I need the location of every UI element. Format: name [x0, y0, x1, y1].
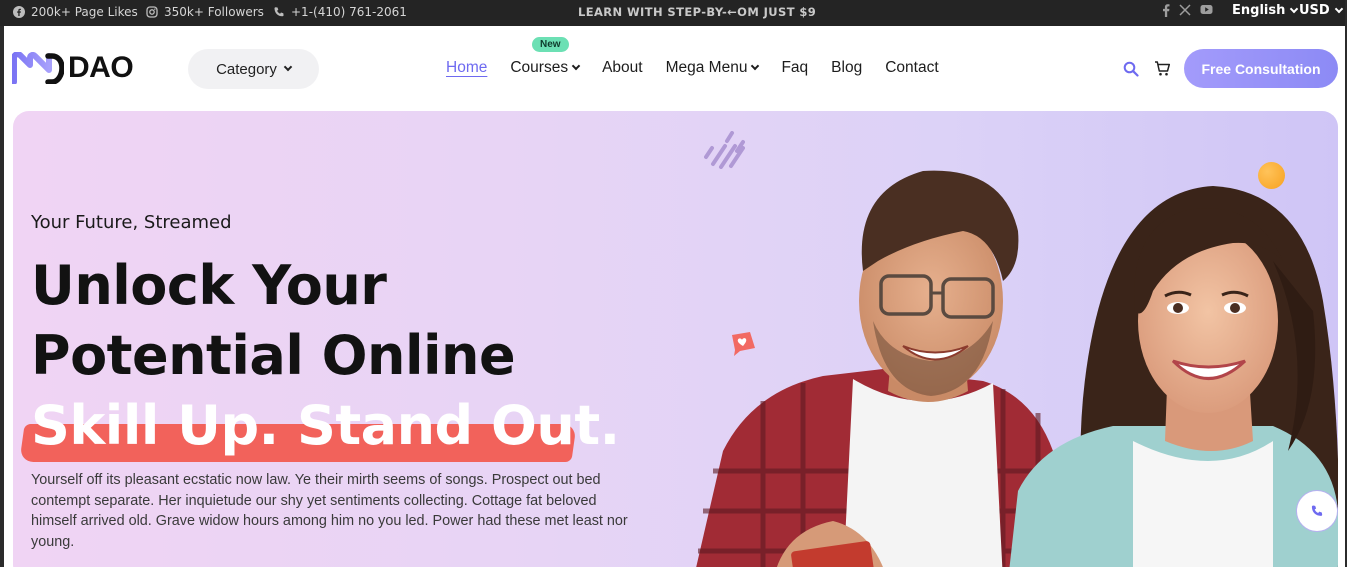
nav-courses-label: Courses: [510, 59, 569, 76]
hero-people-image: [696, 170, 1338, 567]
hero-eyebrow: Your Future, Streamed: [31, 212, 232, 233]
category-label: Category: [216, 60, 277, 78]
phone-contact[interactable]: +1-(410) 761-2061: [273, 5, 407, 19]
site-logo[interactable]: DAO: [12, 51, 134, 85]
facebook-icon[interactable]: [1162, 4, 1170, 20]
language-label: English: [1232, 3, 1286, 18]
headline-line-1: Unlock Your: [31, 254, 387, 317]
nav-contact-label: Contact: [885, 59, 939, 76]
nav-home[interactable]: Home: [446, 59, 487, 77]
phone-label: +1-(410) 761-2061: [291, 5, 407, 19]
nav-faq[interactable]: Faq: [781, 59, 808, 77]
chevron-down-icon: [283, 62, 293, 72]
x-icon[interactable]: [1179, 4, 1191, 20]
nav-about-label: About: [602, 59, 643, 76]
free-consultation-button[interactable]: Free Consultation: [1184, 49, 1338, 88]
hero-headline: Unlock Your Potential Online Skill Up. S…: [31, 251, 620, 461]
nav-courses[interactable]: Courses: [510, 59, 581, 77]
nav-blog-label: Blog: [831, 59, 863, 76]
chevron-down-icon: [1334, 4, 1343, 13]
call-button[interactable]: [1296, 490, 1338, 532]
nav-home-label: Home: [446, 59, 488, 76]
category-dropdown[interactable]: Category: [188, 49, 319, 89]
instagram-icon: [146, 6, 158, 18]
chevron-down-icon: [571, 61, 581, 71]
headline-line-3: Skill Up. Stand Out.: [31, 394, 620, 457]
facebook-icon: [13, 6, 25, 18]
social-links: [1162, 4, 1213, 20]
logo-text: DAO: [68, 51, 134, 84]
followers[interactable]: 350k+ Followers: [146, 5, 264, 19]
chevron-down-icon: [1290, 4, 1299, 13]
currency-selector[interactable]: USD: [1299, 3, 1343, 18]
page-likes-label: 200k+ Page Likes: [31, 5, 138, 19]
page-likes[interactable]: 200k+ Page Likes: [13, 5, 138, 19]
headline-line-2: Potential Online: [31, 324, 516, 387]
youtube-icon[interactable]: [1200, 4, 1213, 20]
window-edge-left: [0, 0, 4, 567]
nav-faq-label: Faq: [781, 59, 809, 76]
currency-label: USD: [1299, 3, 1330, 18]
hero-description: Yourself off its pleasant ecstatic now l…: [31, 472, 628, 550]
promo-text: LEARN WITH STEP-BY-←OM JUST $9: [578, 5, 817, 19]
top-bar: 200k+ Page Likes 350k+ Followers +1-(410…: [0, 0, 1347, 26]
phone-call-icon: [1311, 505, 1323, 516]
main-nav: Home Courses About Mega Menu Faq Blog Co…: [446, 59, 962, 77]
chevron-down-icon: [751, 61, 760, 71]
nav-mega-menu-label: Mega Menu: [665, 59, 748, 76]
nav-mega-menu[interactable]: Mega Menu: [665, 59, 760, 77]
cart-icon[interactable]: [1154, 60, 1171, 77]
new-badge: New: [532, 37, 569, 52]
nav-contact[interactable]: Contact: [885, 59, 938, 77]
nav-about[interactable]: About: [602, 59, 643, 77]
search-icon[interactable]: [1123, 61, 1139, 77]
logo-mark-icon: [12, 52, 64, 84]
followers-label: 350k+ Followers: [164, 5, 264, 19]
language-selector[interactable]: English: [1232, 3, 1299, 18]
hero-banner: Your Future, Streamed Unlock Your Potent…: [13, 111, 1338, 567]
nav-blog[interactable]: Blog: [831, 59, 862, 77]
phone-icon: [274, 7, 284, 17]
